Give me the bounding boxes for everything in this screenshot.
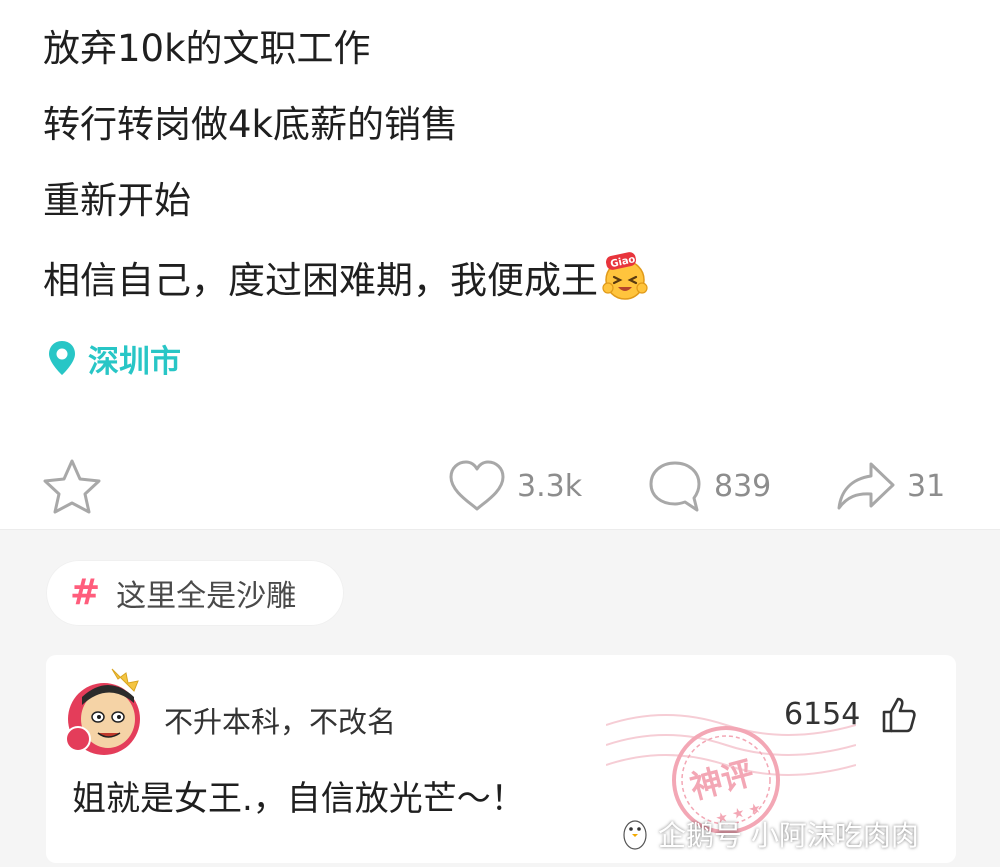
post-text-line-3: 重新开始 [43,179,191,222]
comment-icon [649,461,701,512]
comment-username[interactable]: 不升本科，不改名 [164,699,396,741]
comment-like-button[interactable] [878,695,918,739]
hash-icon: # [70,572,101,613]
comment-count: 839 [714,468,772,504]
location-tag[interactable]: 深圳市 [46,336,181,380]
comment-text: 姐就是女王.，自信放光芒～！ [72,779,525,819]
share-button[interactable]: 31 [835,458,945,514]
share-count: 31 [907,468,946,504]
post-text-line-2: 转行转岗做4k底薪的销售 [43,103,458,146]
like-count: 3.3k [517,468,583,504]
stamp-text: 神评 [686,753,758,806]
star-icon [43,459,101,514]
post-card: 放弃10k的文职工作 转行转岗做4k底薪的销售 重新开始 相信自己，度过困难期，… [0,0,1000,530]
giao-emoji-icon: Giao [600,251,650,302]
location-label: 深圳市 [88,343,181,380]
penguin-icon [623,820,647,850]
map-pin-icon [49,341,75,375]
post-text-line-4-text: 相信自己，度过困难期，我便成王 [43,259,598,302]
watermark-text: 企鹅号 小阿沫吃肉肉 [658,819,919,852]
topic-chip[interactable]: # 这里全是沙雕 [46,560,344,626]
comment-button[interactable]: 839 [646,458,771,514]
avatar[interactable] [64,667,148,759]
heart-icon [449,460,505,511]
post-text-line-1: 放弃10k的文职工作 [43,27,371,70]
watermark: 企鹅号 小阿沫吃肉肉 [620,812,919,856]
comment-like-count: 6154 [784,697,861,732]
topic-label: 这里全是沙雕 [116,579,297,614]
share-icon [837,462,895,510]
favorite-button[interactable] [40,458,114,514]
post-text-line-4: 相信自己，度过困难期，我便成王 Giao [43,251,650,308]
like-button[interactable]: 3.3k [447,458,582,514]
thumbs-up-icon [882,697,916,733]
